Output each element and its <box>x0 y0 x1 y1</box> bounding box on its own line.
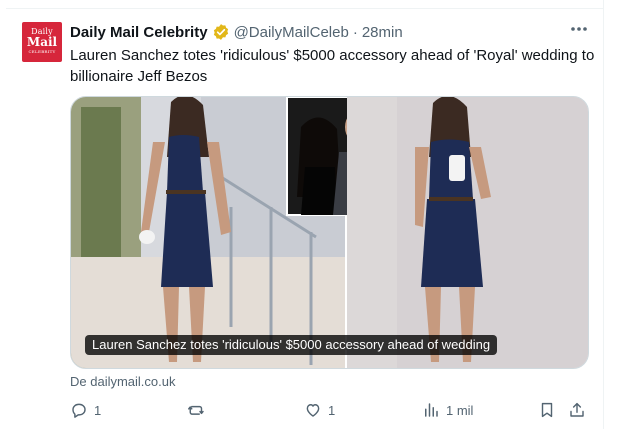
heart-icon <box>306 404 320 417</box>
avatar[interactable]: Daily Mail CELEBRITY <box>22 22 62 62</box>
bookmark-button[interactable] <box>538 400 556 420</box>
share-icon <box>570 402 584 417</box>
more-options-icon[interactable] <box>568 18 590 40</box>
handle[interactable]: @DailyMailCeleb <box>234 24 349 41</box>
tweet-text: Lauren Sanchez totes 'ridiculous' $5000 … <box>70 47 595 85</box>
display-name[interactable]: Daily Mail Celebrity <box>70 24 208 41</box>
avatar-text-3: CELEBRITY <box>28 49 56 54</box>
photo-collage <box>71 97 588 368</box>
action-bar: 1 1 1 mil <box>70 400 590 420</box>
divider <box>6 8 604 9</box>
retweet-icon <box>188 405 204 415</box>
bookmark-icon <box>541 402 553 418</box>
views-button[interactable]: 1 mil <box>422 400 473 420</box>
timestamp[interactable]: 28min <box>362 24 403 41</box>
reply-count: 1 <box>94 402 102 418</box>
tweet-header: Daily Mail Celebrity @DailyMailCeleb · 2… <box>70 21 403 43</box>
verified-badge-icon[interactable] <box>212 23 230 41</box>
like-button[interactable]: 1 <box>304 400 335 420</box>
reply-icon <box>72 403 86 418</box>
views-count: 1 mil <box>446 402 474 418</box>
card-caption: Lauren Sanchez totes 'ridiculous' $5000 … <box>85 335 498 355</box>
tweet[interactable]: Daily Mail CELEBRITY Daily Mail Celebrit… <box>0 0 620 429</box>
avatar-text-1: Daily <box>31 27 53 36</box>
reply-button[interactable]: 1 <box>70 400 101 420</box>
separator: · <box>352 23 358 41</box>
link-card-image[interactable]: Lauren Sanchez totes 'ridiculous' $5000 … <box>70 96 589 369</box>
avatar-text-2: Mail <box>26 35 58 49</box>
retweet-button[interactable] <box>188 400 212 420</box>
link-source[interactable]: De dailymail.co.uk <box>70 374 176 389</box>
like-count: 1 <box>328 402 336 418</box>
share-button[interactable] <box>568 400 586 420</box>
analytics-icon <box>425 403 438 417</box>
divider <box>603 0 604 429</box>
